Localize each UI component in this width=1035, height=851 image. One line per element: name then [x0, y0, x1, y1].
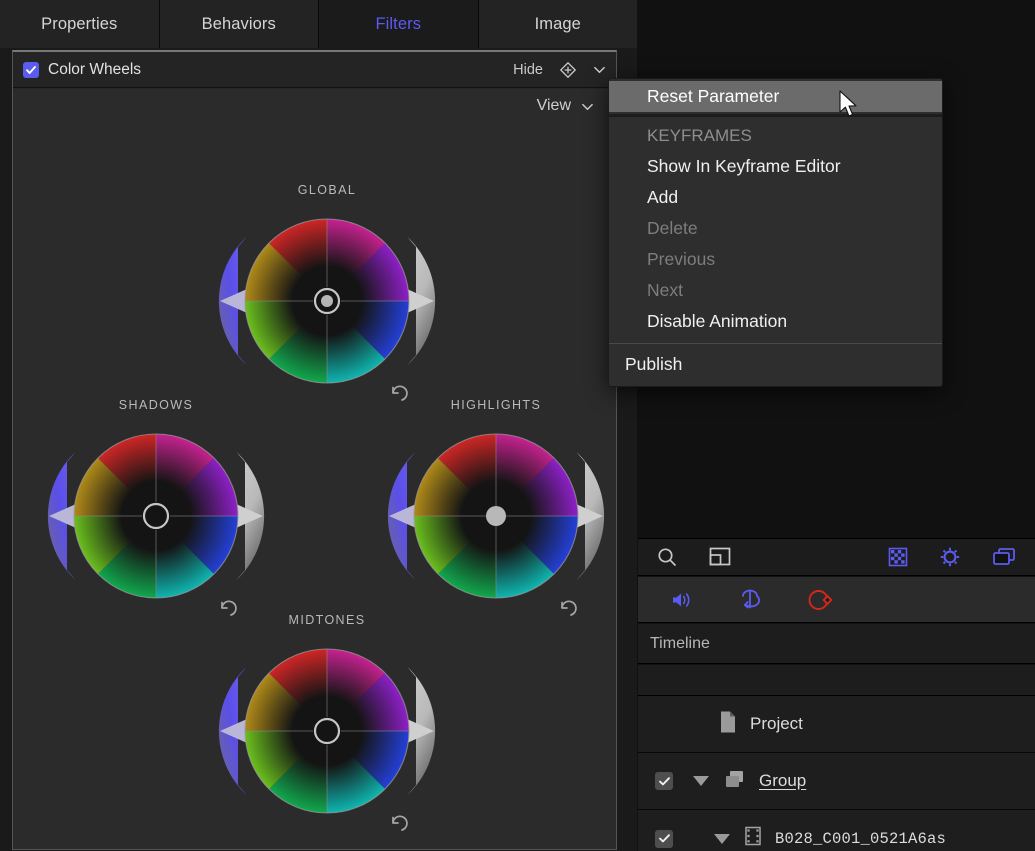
mouse-cursor-icon — [838, 90, 860, 120]
wheel-shadows-label: SHADOWS — [31, 398, 281, 412]
gear-icon[interactable] — [939, 546, 961, 568]
playback-toolbar — [638, 577, 1035, 623]
tab-behaviors[interactable]: Behaviors — [160, 0, 320, 48]
wheel-highlights-control[interactable] — [371, 416, 617, 616]
tab-image[interactable]: Image — [479, 0, 638, 48]
tab-filters-label: Filters — [375, 15, 421, 34]
menu-item-reset-parameter[interactable]: Reset Parameter — [609, 81, 942, 112]
view-control-row: View — [13, 89, 616, 123]
layer-label-project: Project — [750, 714, 803, 734]
parameter-context-menu: Reset Parameter KEYFRAMES Show In Keyfra… — [608, 78, 943, 387]
layer-group-checkbox[interactable] — [655, 772, 673, 790]
menu-item-label: Publish — [625, 354, 682, 375]
tab-filters[interactable]: Filters — [319, 0, 479, 48]
menu-section-label: KEYFRAMES — [647, 126, 752, 146]
canvas-toolbar — [638, 538, 1035, 576]
menu-item-label: Previous — [647, 249, 715, 270]
wheel-global-control[interactable] — [202, 201, 452, 401]
wheel-shadows-control[interactable] — [31, 416, 281, 616]
menu-item-add[interactable]: Add — [609, 182, 942, 213]
loop-icon[interactable] — [736, 589, 764, 611]
record-keyframe-icon[interactable] — [806, 588, 836, 612]
menu-item-label: Add — [647, 187, 678, 208]
keyframe-diamond-icon[interactable] — [559, 61, 577, 79]
document-icon — [718, 710, 738, 739]
menu-item-label: Disable Animation — [647, 311, 787, 332]
filter-body: View — [13, 89, 616, 849]
checkerboard-icon[interactable] — [887, 546, 909, 568]
wheel-midtones-control[interactable] — [202, 631, 452, 831]
frame-icon[interactable] — [708, 546, 732, 568]
layer-label-clip: B028_C001_0521A6as — [775, 830, 946, 848]
menu-item-label: Reset Parameter — [647, 86, 779, 107]
menu-item-previous: Previous — [609, 244, 942, 275]
wheel-midtones-reset-icon[interactable] — [386, 813, 408, 835]
layer-row-group[interactable]: Group — [638, 753, 1035, 810]
wheel-highlights-label: HIGHLIGHTS — [371, 398, 617, 412]
timeline-header[interactable]: Timeline — [638, 624, 1035, 664]
tab-properties-label: Properties — [41, 15, 117, 34]
view-chevron-down-icon[interactable] — [581, 100, 594, 113]
menu-item-show-in-keyframe-editor[interactable]: Show In Keyframe Editor — [609, 151, 942, 182]
speaker-icon[interactable] — [670, 589, 696, 611]
wheel-highlights: HIGHLIGHTS — [371, 398, 617, 616]
timeline-blank-row — [638, 665, 1035, 696]
tab-image-label: Image — [535, 15, 581, 34]
layer-row-project[interactable]: Project — [638, 696, 1035, 753]
layer-label-group[interactable]: Group — [759, 771, 806, 791]
wheel-midtones: MIDTONES — [202, 613, 452, 831]
wheel-highlights-reset-icon[interactable] — [555, 598, 577, 620]
motion-filters-inspector: Properties Behaviors Filters Image Color… — [0, 0, 1035, 851]
menu-section-keyframes: KEYFRAMES — [609, 121, 942, 151]
filter-name-label: Color Wheels — [48, 61, 141, 79]
menu-item-disable-animation[interactable]: Disable Animation — [609, 306, 942, 337]
view-label[interactable]: View — [537, 97, 571, 115]
menu-item-label: Delete — [647, 218, 698, 239]
tab-properties[interactable]: Properties — [0, 0, 160, 48]
wheel-global-label: GLOBAL — [202, 183, 452, 197]
menu-separator-2 — [609, 343, 942, 344]
tab-behaviors-label: Behaviors — [202, 15, 276, 34]
wheel-midtones-label: MIDTONES — [202, 613, 452, 627]
filter-header: Color Wheels Hide — [13, 52, 616, 88]
filter-enable-checkbox[interactable] — [23, 62, 39, 78]
layer-row-clip[interactable]: B028_C001_0521A6as — [638, 810, 1035, 851]
hide-button[interactable]: Hide — [513, 62, 543, 78]
layers-window-icon[interactable] — [991, 546, 1017, 568]
menu-item-delete: Delete — [609, 213, 942, 244]
search-icon[interactable] — [656, 546, 678, 568]
layer-clip-checkbox[interactable] — [655, 830, 673, 848]
timeline-label: Timeline — [650, 635, 710, 653]
group-icon — [723, 768, 747, 795]
menu-item-label: Next — [647, 280, 683, 301]
menu-item-label: Show In Keyframe Editor — [647, 156, 841, 177]
menu-item-next: Next — [609, 275, 942, 306]
menu-item-publish[interactable]: Publish — [609, 349, 942, 380]
color-wheels-filter-panel: Color Wheels Hide View — [12, 50, 617, 850]
layer-clip-disclosure-triangle[interactable] — [714, 834, 730, 844]
film-strip-icon — [743, 825, 763, 851]
wheel-global: GLOBAL — [202, 183, 452, 401]
wheel-shadows: SHADOWS — [31, 398, 281, 616]
chevron-down-icon[interactable] — [593, 63, 606, 76]
color-wheels-container: GLOBAL — [13, 123, 616, 850]
menu-separator-1 — [609, 114, 942, 117]
layer-group-disclosure-triangle[interactable] — [693, 776, 709, 786]
inspector-tab-bar: Properties Behaviors Filters Image — [0, 0, 637, 48]
